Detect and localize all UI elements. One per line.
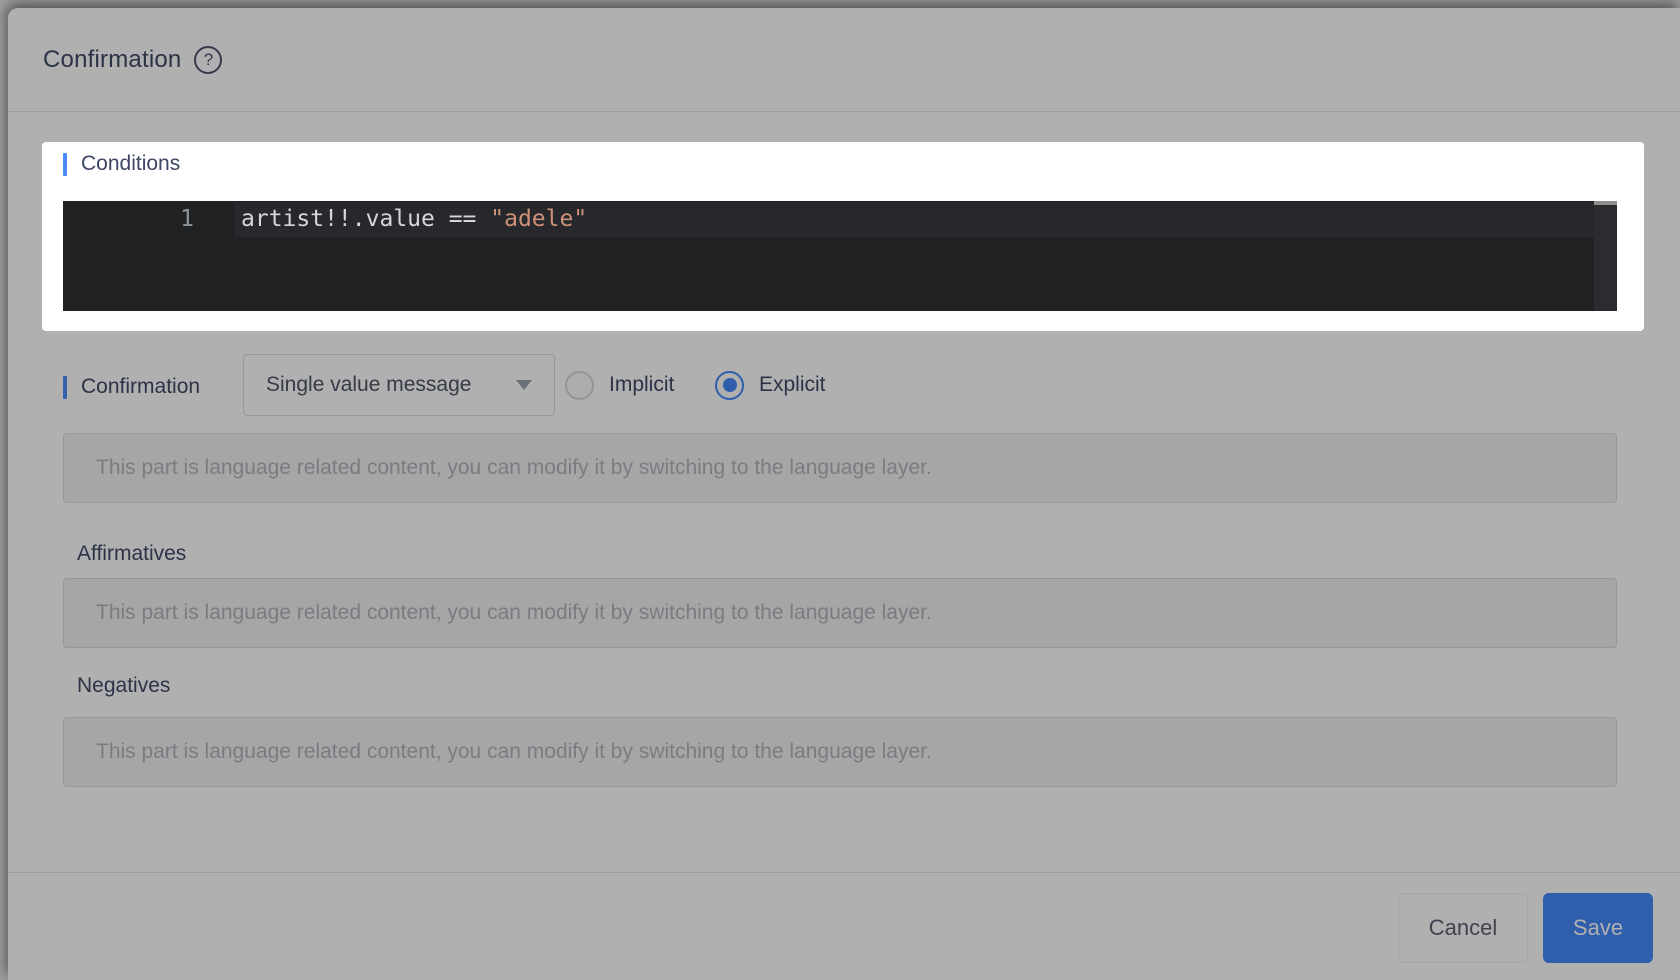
editor-line-number: 1 <box>180 206 194 232</box>
section-marker <box>63 152 67 176</box>
editor-scrollbar-thumb[interactable] <box>1594 201 1617 205</box>
conditions-section-label: Conditions <box>81 152 181 175</box>
conditions-section-header: Conditions <box>63 152 180 176</box>
code-token-expression: artist!!.value == <box>241 206 491 232</box>
editor-code-line: artist!!.value == "adele" <box>241 202 587 237</box>
conditions-code-editor[interactable]: 1 artist!!.value == "adele" <box>63 201 1617 311</box>
conditions-spotlight: Conditions 1 artist!!.value == "adele" <box>42 142 1644 331</box>
code-token-string: "adele" <box>490 206 588 232</box>
editor-scrollbar[interactable] <box>1594 201 1617 311</box>
